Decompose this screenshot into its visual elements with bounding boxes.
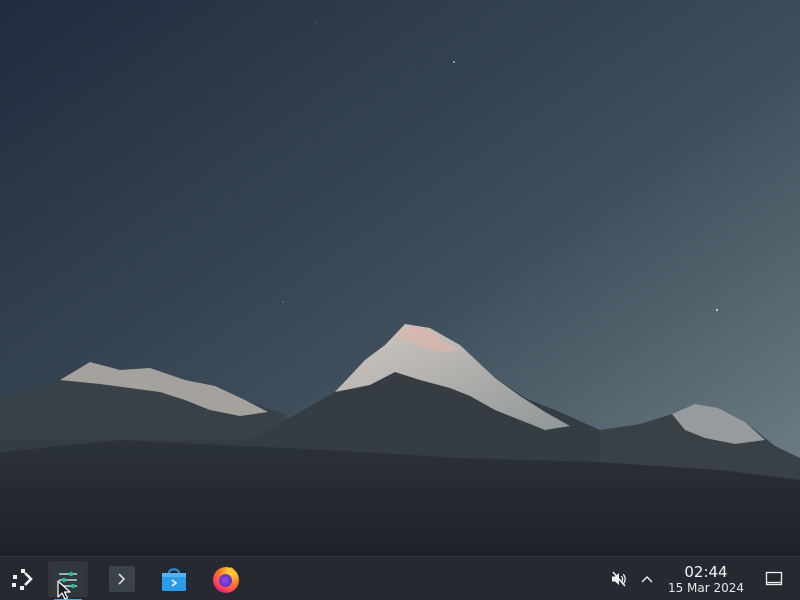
taskbar-task-discover[interactable] xyxy=(154,561,194,597)
terminal-icon xyxy=(109,566,135,592)
desktop: 02:44 15 Mar 2024 xyxy=(0,0,800,600)
show-desktop-icon xyxy=(765,571,783,586)
taskbar-task-firefox[interactable] xyxy=(206,561,246,597)
volume-muted-icon xyxy=(612,571,626,587)
taskbar: 02:44 15 Mar 2024 xyxy=(0,556,800,600)
clock-date: 15 Mar 2024 xyxy=(667,580,745,595)
show-desktop-button[interactable] xyxy=(762,561,786,597)
volume-button[interactable] xyxy=(606,561,632,597)
taskbar-task-system-settings[interactable] xyxy=(48,561,88,600)
wallpaper-image xyxy=(0,0,800,556)
digital-clock[interactable]: 02:44 15 Mar 2024 xyxy=(662,559,750,599)
application-launcher-button[interactable] xyxy=(2,561,42,597)
system-settings-icon xyxy=(55,566,81,592)
application-launcher-icon xyxy=(12,569,33,590)
clock-time: 02:44 xyxy=(684,562,728,581)
discover-store-icon xyxy=(162,568,186,591)
taskbar-task-terminal[interactable] xyxy=(102,561,142,597)
firefox-icon xyxy=(213,567,239,593)
system-tray-expand-button[interactable] xyxy=(636,561,658,597)
chevron-up-icon xyxy=(641,576,653,583)
